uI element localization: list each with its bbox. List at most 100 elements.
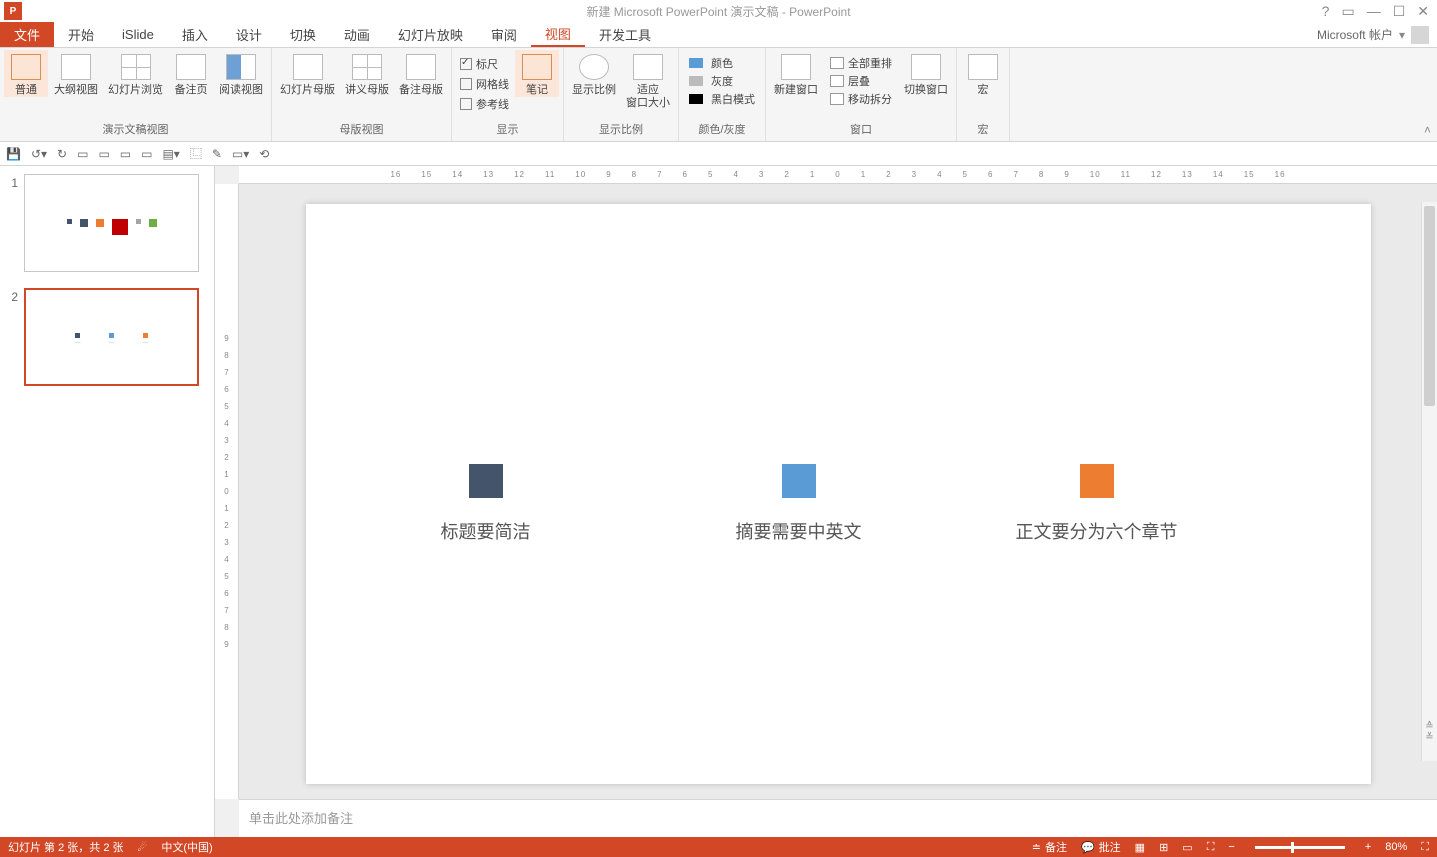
undo-icon[interactable]: ↺▾ (31, 147, 47, 161)
sorter-view-icon[interactable]: ⊞ (1159, 841, 1168, 854)
notes-toggle[interactable]: ≐ 备注 (1032, 839, 1067, 855)
save-icon[interactable]: 💾 (6, 147, 21, 161)
horizontal-ruler[interactable]: 1615141312111098765432101234567891011121… (239, 166, 1437, 184)
tab-islide[interactable]: iSlide (108, 22, 168, 47)
zoom-out-button[interactable]: − (1228, 841, 1234, 853)
ruler-checkbox[interactable]: 标尺 (456, 54, 513, 74)
slide-indicator[interactable]: 幻灯片 第 2 张，共 2 张 (8, 839, 124, 855)
slide-shape-1[interactable]: 标题要简洁 (441, 464, 531, 544)
notes-button[interactable]: 笔记 (515, 50, 559, 97)
comments-toggle[interactable]: 💬 批注 (1081, 839, 1121, 855)
fit-to-window-icon[interactable]: ⛶ (1421, 841, 1429, 854)
ribbon: 普通 大纲视图 幻灯片浏览 备注页 阅读视图 演示文稿视图 幻灯片母版 讲义母版… (0, 48, 1437, 142)
arrange-all-button[interactable]: 全部重排 (826, 54, 896, 72)
zoom-in-button[interactable]: + (1365, 841, 1371, 853)
account-label[interactable]: Microsoft 帐户 (1317, 26, 1393, 43)
main-area: 1 2 ┄┄ ┄┄ ┄┄ (0, 166, 1437, 837)
slide-shape-2[interactable]: 摘要需要中英文 (736, 464, 862, 544)
prev-slide-icon[interactable]: ≙ (1425, 721, 1433, 732)
normal-view-button[interactable]: 普通 (4, 50, 48, 97)
reading-view-icon[interactable]: ▭ (1182, 841, 1192, 854)
slide-thumb-1[interactable]: 1 (6, 174, 208, 272)
tab-dev[interactable]: 开发工具 (585, 22, 665, 47)
slide-thumb-2[interactable]: 2 ┄┄ ┄┄ ┄┄ (6, 288, 208, 386)
qat-icon-7[interactable]: ▭▾ (232, 147, 249, 161)
tab-slideshow[interactable]: 幻灯片放映 (384, 22, 477, 47)
thumbnail-pane[interactable]: 1 2 ┄┄ ┄┄ ┄┄ (0, 166, 215, 837)
slideshow-icon[interactable]: ⛶ (1207, 841, 1215, 854)
qat-icon-8[interactable]: ⟲ (259, 147, 269, 161)
blackwhite-button[interactable]: 黑白模式 (685, 90, 759, 108)
chevron-down-icon[interactable]: ▾ (1399, 28, 1405, 42)
avatar[interactable] (1411, 26, 1429, 44)
tab-design[interactable]: 设计 (222, 22, 276, 47)
slide-canvas[interactable]: 标题要简洁 摘要需要中英文 正文要分为六个章节 (306, 204, 1371, 784)
vertical-scrollbar[interactable]: ≙≚ (1421, 202, 1437, 761)
scrollbar-thumb[interactable] (1424, 206, 1435, 406)
outline-view-button[interactable]: 大纲视图 (50, 50, 102, 97)
ribbon-tabs: 文件 开始 iSlide 插入 设计 切换 动画 幻灯片放映 审阅 视图 开发工… (0, 22, 1437, 48)
group-zoom: 显示比例 适应 窗口大小 显示比例 (564, 48, 679, 141)
normal-view-icon[interactable]: ▦ (1135, 841, 1145, 854)
vertical-ruler[interactable]: 9876543210123456789 (215, 184, 239, 799)
tab-view[interactable]: 视图 (531, 22, 585, 47)
tab-animation[interactable]: 动画 (330, 22, 384, 47)
tab-file[interactable]: 文件 (0, 22, 54, 47)
new-window-button[interactable]: 新建窗口 (770, 50, 822, 97)
shape-box[interactable] (782, 464, 816, 498)
tab-home[interactable]: 开始 (54, 22, 108, 47)
grayscale-button[interactable]: 灰度 (685, 72, 759, 90)
reading-view-button[interactable]: 阅读视图 (215, 50, 267, 97)
qat-icon-5[interactable]: ⿺ (190, 145, 202, 162)
tab-insert[interactable]: 插入 (168, 22, 222, 47)
thumb-preview-selected[interactable]: ┄┄ ┄┄ ┄┄ (24, 288, 199, 386)
notes-page-button[interactable]: 备注页 (169, 50, 213, 97)
slide-sorter-button[interactable]: 幻灯片浏览 (104, 50, 167, 97)
group-label: 母版视图 (276, 119, 447, 139)
notes-pane[interactable]: 单击此处添加备注 (239, 799, 1437, 837)
zoom-button[interactable]: 显示比例 (568, 50, 620, 97)
fit-window-button[interactable]: 适应 窗口大小 (622, 50, 674, 110)
help-button[interactable]: ? (1322, 3, 1330, 19)
shape-box[interactable] (469, 464, 503, 498)
redo-icon[interactable]: ↻ (57, 147, 67, 161)
window-title: 新建 Microsoft PowerPoint 演示文稿 - PowerPoin… (586, 3, 850, 20)
group-label: 窗口 (770, 119, 952, 139)
close-button[interactable]: ✕ (1417, 3, 1429, 20)
shape-box[interactable] (1080, 464, 1114, 498)
qat-icon-4[interactable]: ▭ (141, 147, 152, 161)
color-button[interactable]: 颜色 (685, 54, 759, 72)
next-slide-icon[interactable]: ≚ (1425, 732, 1433, 743)
thumb-preview[interactable] (24, 174, 199, 272)
slide-shape-3[interactable]: 正文要分为六个章节 (1016, 464, 1178, 544)
app-icon: P (4, 2, 22, 20)
move-split-button[interactable]: 移动拆分 (826, 90, 896, 108)
macro-button[interactable]: 宏 (961, 50, 1005, 97)
maximize-button[interactable]: ☐ (1393, 3, 1406, 20)
slide-canvas-area[interactable]: 标题要简洁 摘要需要中英文 正文要分为六个章节 (239, 184, 1437, 799)
qat-icon-6[interactable]: ✎ (212, 147, 222, 161)
qat-icon-1[interactable]: ▭ (77, 147, 88, 161)
language-indicator[interactable]: 中文(中国) (161, 839, 212, 855)
ribbon-display-button[interactable]: ▭ (1341, 3, 1354, 20)
zoom-level[interactable]: 80% (1385, 841, 1407, 853)
notes-master-button[interactable]: 备注母版 (395, 50, 447, 97)
switch-window-button[interactable]: 切换窗口 (900, 50, 952, 97)
qat-icon-2[interactable]: ▭ (98, 147, 109, 161)
collapse-ribbon-button[interactable]: ˄ (1424, 123, 1431, 137)
group-label: 显示比例 (568, 119, 674, 139)
slide-master-button[interactable]: 幻灯片母版 (276, 50, 339, 97)
qat-icon-3[interactable]: ▭ (120, 147, 131, 161)
spellcheck-icon[interactable]: ☄ (138, 841, 148, 854)
cascade-button[interactable]: 层叠 (826, 72, 896, 90)
tab-review[interactable]: 审阅 (477, 22, 531, 47)
tab-transition[interactable]: 切换 (276, 22, 330, 47)
handout-master-button[interactable]: 讲义母版 (341, 50, 393, 97)
minimize-button[interactable]: — (1367, 3, 1381, 19)
qat-menu[interactable]: ▤▾ (162, 147, 179, 161)
gridlines-checkbox[interactable]: 网格线 (456, 74, 513, 94)
guides-checkbox[interactable]: 参考线 (456, 94, 513, 114)
quick-access-toolbar: 💾 ↺▾ ↻ ▭ ▭ ▭ ▭ ▤▾ ⿺ ✎ ▭▾ ⟲ (0, 142, 1437, 166)
zoom-slider[interactable] (1255, 846, 1345, 849)
slide-editor: 1615141312111098765432101234567891011121… (215, 166, 1437, 837)
